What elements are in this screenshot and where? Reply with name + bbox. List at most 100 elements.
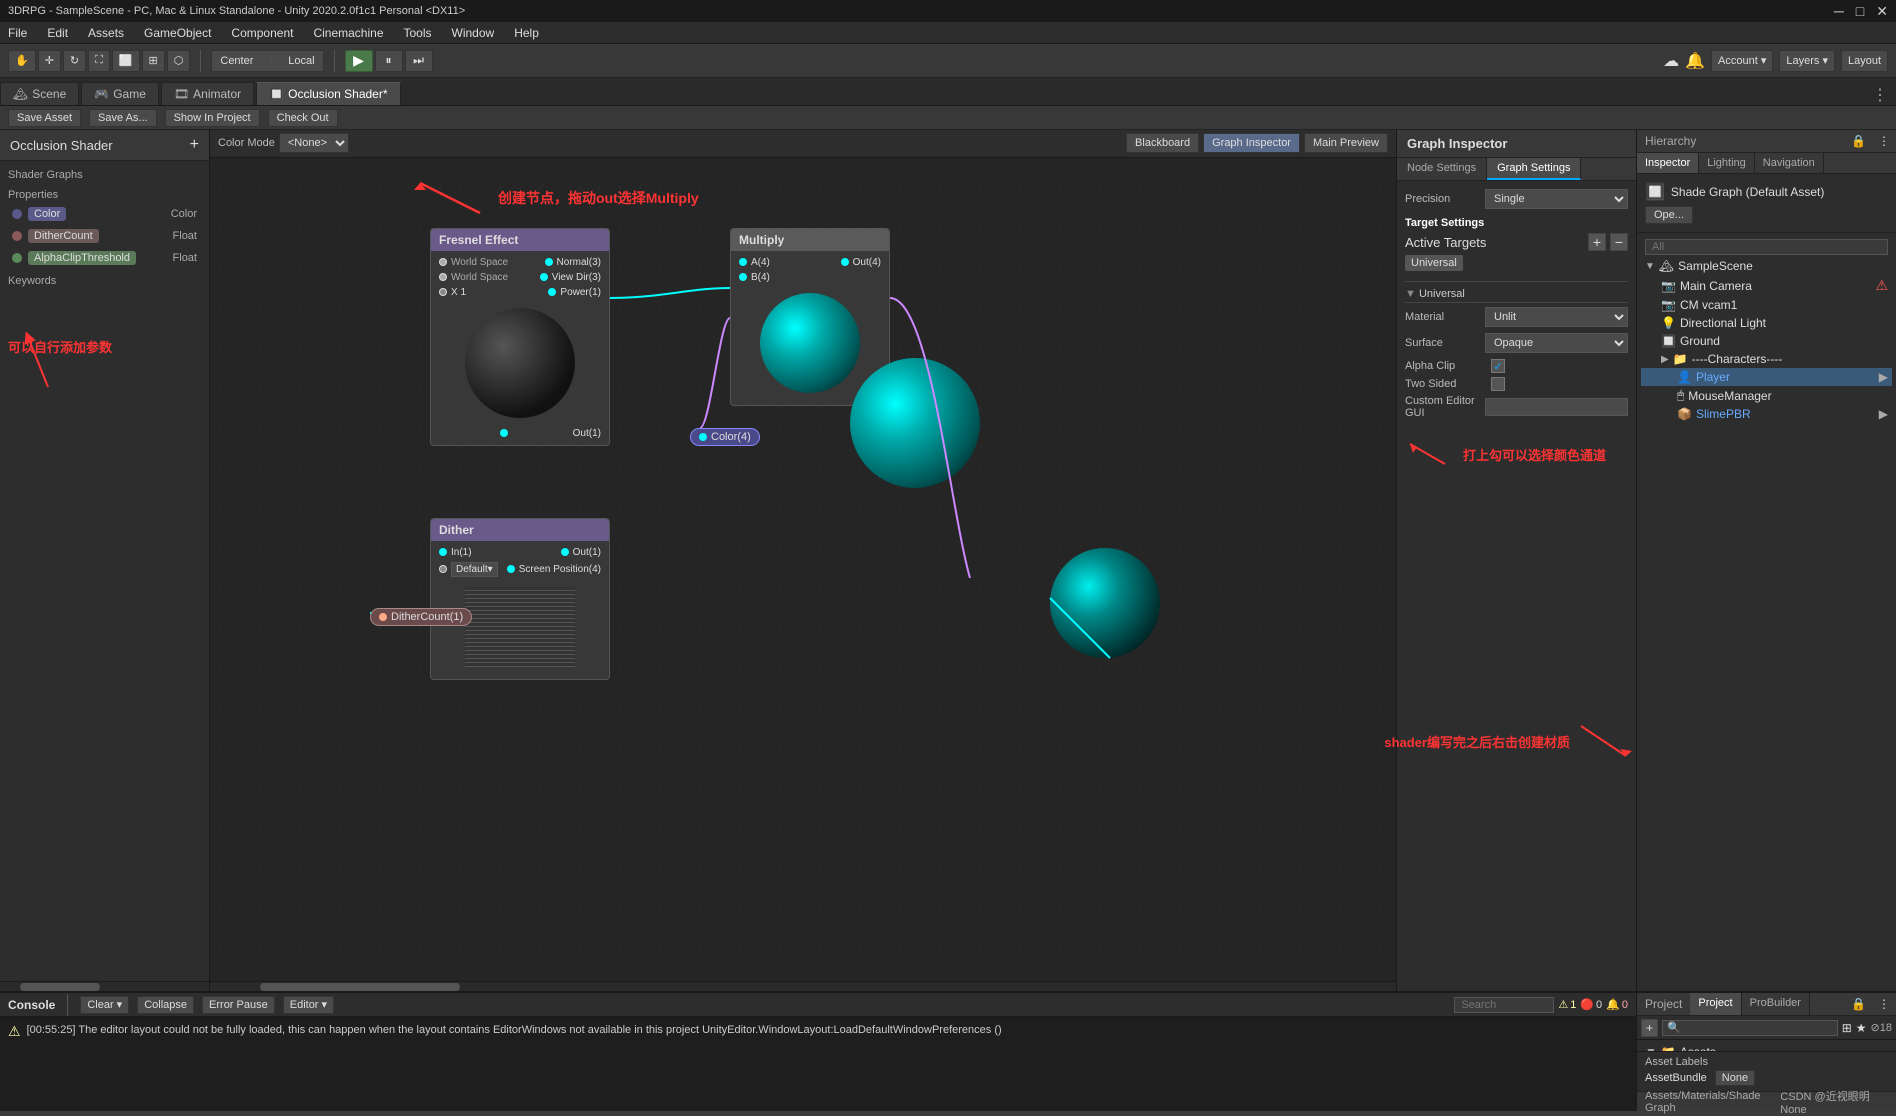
account-dropdown[interactable]: Account ▾ (1711, 50, 1773, 72)
alpha-clip-checkbox[interactable] (1491, 359, 1505, 373)
center-btn[interactable]: Center (212, 51, 261, 71)
add-property-btn[interactable]: + (190, 136, 199, 154)
dither-default-dropdown[interactable]: Default▾ (451, 562, 498, 577)
hierarchy-main-camera[interactable]: 📷 Main Camera ⚠ (1641, 275, 1892, 296)
project-menu-btn[interactable]: ⋮ (1872, 993, 1896, 1015)
targets-buttons: + − (1588, 233, 1628, 251)
pause-btn[interactable]: ⏸ (375, 50, 403, 72)
menu-help[interactable]: Help (510, 24, 543, 42)
hierarchy-mouse-manager[interactable]: 🖱 MouseManager (1641, 386, 1892, 405)
blackboard-btn[interactable]: Blackboard (1126, 133, 1199, 153)
tab-project[interactable]: Project (1690, 993, 1741, 1015)
alpha-tag[interactable]: AlphaClipThreshold (28, 251, 136, 265)
layers-dropdown[interactable]: Layers ▾ (1779, 50, 1835, 72)
rotate-tool-btn[interactable]: ↻ (63, 50, 86, 72)
console-search-input[interactable] (1454, 997, 1554, 1013)
console-editor-btn[interactable]: Editor ▾ (283, 996, 334, 1014)
precision-select[interactable]: Single (1485, 189, 1628, 209)
console-collapse-btn[interactable]: Collapse (137, 996, 194, 1014)
open-btn[interactable]: Ope... (1645, 206, 1693, 224)
tab-inspector[interactable]: Inspector (1637, 153, 1699, 173)
project-view-btn[interactable]: ⊞ (1842, 1021, 1852, 1035)
project-search-input[interactable] (1662, 1020, 1838, 1036)
hand-tool-btn[interactable]: ✋ (8, 50, 36, 72)
console-clear-btn[interactable]: Clear ▾ (80, 996, 129, 1014)
tab-navigation[interactable]: Navigation (1755, 153, 1824, 173)
surface-select[interactable]: Opaque (1485, 333, 1628, 353)
collab-icon: 🔔 (1685, 51, 1705, 71)
annotation-multiply: 创建节点，拖动out选择Multiply (410, 178, 699, 218)
dither-tag[interactable]: DitherCount (28, 229, 99, 243)
graph-settings-tab[interactable]: Graph Settings (1487, 158, 1581, 180)
panel-scrollbar[interactable] (0, 981, 209, 991)
tab-occlusion-shader[interactable]: 🔲 Occlusion Shader* (256, 82, 400, 105)
tab-animator[interactable]: 🎞 Animator (161, 82, 254, 105)
console-other-badge: 🔔 0 (1606, 998, 1628, 1011)
multi-tool-btn[interactable]: ⊞ (142, 50, 165, 72)
tab-menu-btn[interactable]: ⋮ (1872, 85, 1896, 105)
hierarchy-directional-light[interactable]: 💡 Directional Light (1641, 314, 1892, 332)
save-as-btn[interactable]: Save As... (89, 109, 157, 127)
menu-file[interactable]: File (4, 24, 31, 42)
menu-edit[interactable]: Edit (43, 24, 72, 42)
node-fresnel[interactable]: Fresnel Effect World Space Normal(3) Wor… (430, 228, 610, 446)
hierarchy-lock-btn[interactable]: 🔒 (1845, 130, 1872, 152)
menu-assets[interactable]: Assets (84, 24, 128, 42)
multiply-port-a: A(4) Out(4) (731, 255, 889, 270)
color-tag[interactable]: Color (28, 207, 66, 221)
menu-gameobject[interactable]: GameObject (140, 24, 215, 42)
hierarchy-cm-vcam1[interactable]: 📷 CM vcam1 (1641, 296, 1892, 314)
show-in-project-btn[interactable]: Show In Project (165, 109, 260, 127)
hierarchy-search-input[interactable] (1645, 239, 1888, 255)
console-errorpause-btn[interactable]: Error Pause (202, 996, 275, 1014)
project-assets-root[interactable]: ▼ 📁 Assets (1641, 1044, 1892, 1051)
color-mode-select[interactable]: <None> (279, 133, 349, 153)
graph-inspector-btn[interactable]: Graph Inspector (1203, 133, 1300, 153)
material-label: Material (1405, 311, 1485, 323)
maximize-btn[interactable]: □ (1856, 3, 1864, 20)
material-select[interactable]: Unlit (1485, 307, 1628, 327)
tab-game[interactable]: 🎮 Game (81, 82, 159, 105)
tab-scene[interactable]: 🏔 Scene (0, 82, 79, 105)
asset-bundle-none-btn[interactable]: None (1715, 1070, 1755, 1086)
hierarchy-slime[interactable]: 📦 SlimePBR ▶ (1641, 405, 1892, 423)
project-lock-btn[interactable]: 🔒 (1845, 993, 1872, 1015)
hierarchy-ground[interactable]: 🔲 Ground (1641, 332, 1892, 350)
check-out-btn[interactable]: Check Out (268, 109, 338, 127)
canvas-scrollbar[interactable] (210, 981, 1396, 991)
main-preview-btn[interactable]: Main Preview (1304, 133, 1388, 153)
hierarchy-characters[interactable]: ▶ 📁 ----Characters---- (1641, 350, 1892, 368)
node-dither[interactable]: Dither In(1) Out(1) Default▾ Screen Posi… (430, 518, 610, 680)
custom-tool-btn[interactable]: ⬡ (167, 50, 191, 72)
hierarchy-sample-scene[interactable]: ▼ 🏔 SampleScene (1641, 257, 1892, 275)
play-btn[interactable]: ▶ (345, 50, 373, 72)
close-btn[interactable]: ✕ (1876, 3, 1888, 20)
layout-dropdown[interactable]: Layout (1841, 50, 1888, 72)
menu-window[interactable]: Window (448, 24, 499, 42)
rect-tool-btn[interactable]: ⬜ (112, 50, 140, 72)
hierarchy-menu-btn[interactable]: ⋮ (1872, 130, 1896, 152)
tab-lighting[interactable]: Lighting (1699, 153, 1755, 173)
two-sided-checkbox[interactable] (1491, 377, 1505, 391)
scale-tool-btn[interactable]: ⛶ (88, 50, 110, 72)
save-asset-btn[interactable]: Save Asset (8, 109, 81, 127)
canvas-area[interactable]: 创建节点，拖动out选择Multiply Fresnel Effect Worl… (210, 158, 1396, 981)
ground-icon: 🔲 (1661, 334, 1676, 348)
step-btn[interactable]: ⏭ (405, 50, 433, 72)
local-btn[interactable]: Local (280, 51, 322, 71)
menu-component[interactable]: Component (227, 24, 297, 42)
remove-target-btn[interactable]: − (1610, 233, 1628, 251)
project-star-btn[interactable]: ★ (1856, 1021, 1867, 1035)
project-add-btn[interactable]: + (1641, 1019, 1658, 1037)
node-settings-tab[interactable]: Node Settings (1397, 158, 1487, 180)
tab-probuilder[interactable]: ProBuilder (1742, 993, 1810, 1015)
menu-tools[interactable]: Tools (400, 24, 436, 42)
add-target-btn[interactable]: + (1588, 233, 1606, 251)
dithercount-badge[interactable]: DitherCount(1) (370, 608, 472, 626)
color-node-badge[interactable]: Color(4) (690, 428, 760, 446)
menu-cinemachine[interactable]: Cinemachine (309, 24, 387, 42)
hierarchy-player[interactable]: 👤 Player ▶ (1641, 368, 1892, 386)
custom-editor-input[interactable] (1485, 398, 1628, 416)
move-tool-btn[interactable]: ✛ (38, 50, 61, 72)
minimize-btn[interactable]: ─ (1834, 3, 1844, 20)
